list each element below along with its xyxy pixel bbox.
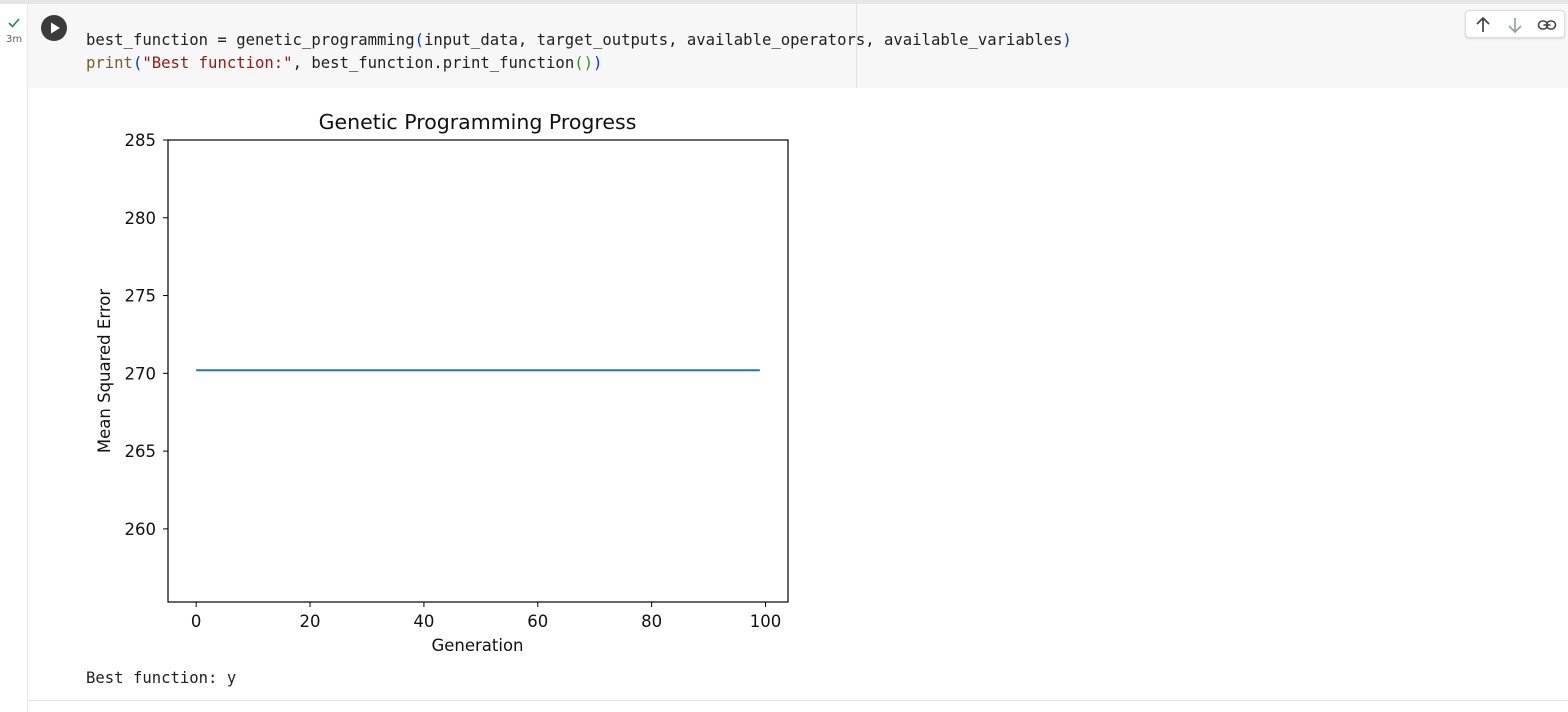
x-tick-label: 40 bbox=[413, 612, 434, 631]
y-tick-label: 275 bbox=[125, 287, 157, 306]
x-axis-label: Generation bbox=[431, 636, 523, 655]
y-tick-label: 280 bbox=[125, 209, 157, 228]
x-tick-label: 0 bbox=[191, 612, 202, 631]
stdout-text: Best function: y bbox=[86, 669, 237, 687]
output-divider bbox=[28, 700, 1568, 701]
y-axis-label: Mean Squared Error bbox=[95, 289, 114, 453]
y-tick-label: 270 bbox=[125, 364, 157, 383]
x-tick-label: 60 bbox=[527, 612, 548, 631]
y-tick-label: 285 bbox=[125, 131, 157, 150]
y-tick-label: 265 bbox=[125, 442, 157, 461]
x-tick-label: 100 bbox=[750, 612, 782, 631]
mse-line-chart: Genetic Programming Progress Generation … bbox=[95, 110, 789, 655]
x-tick-label: 20 bbox=[300, 612, 321, 631]
x-tick-label: 80 bbox=[641, 612, 662, 631]
y-tick-label: 260 bbox=[125, 520, 157, 539]
chart-title: Genetic Programming Progress bbox=[319, 110, 637, 134]
